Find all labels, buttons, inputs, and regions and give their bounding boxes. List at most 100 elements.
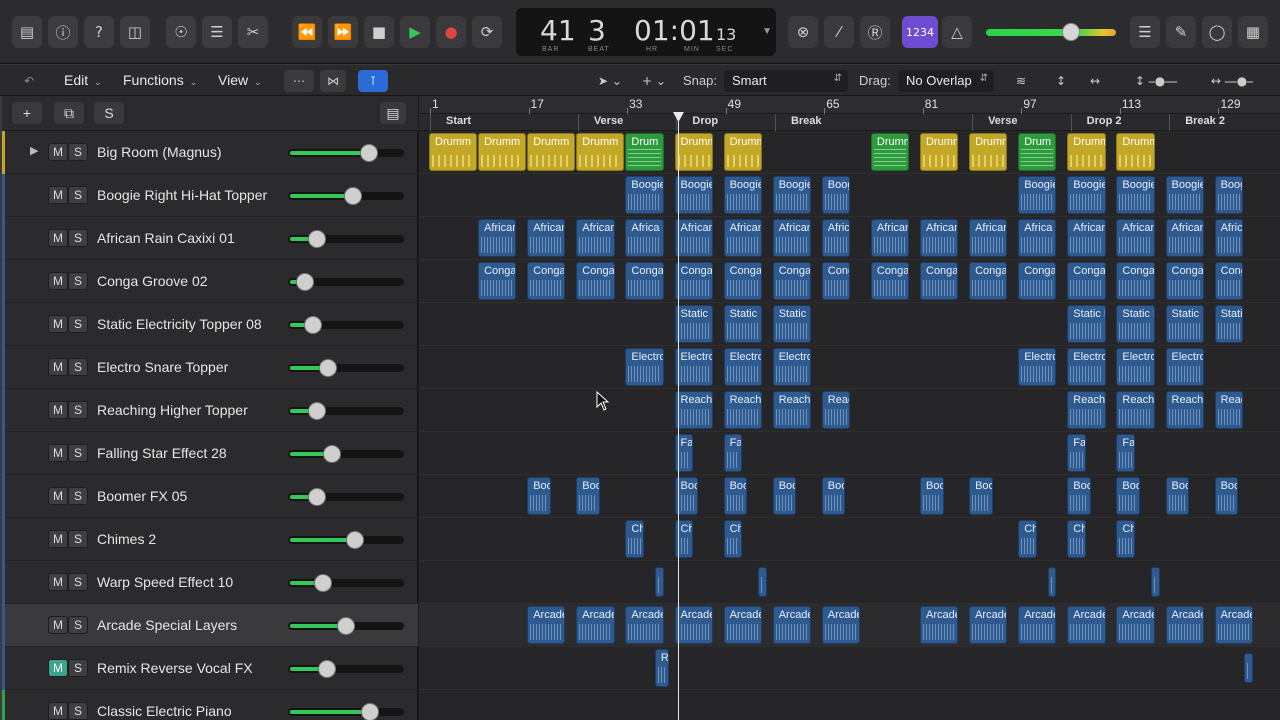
loop-browser-icon[interactable]: ◯: [1202, 16, 1232, 48]
volume-knob[interactable]: [308, 230, 326, 248]
region[interactable]: Static El: [723, 305, 762, 343]
mute-button[interactable]: M: [48, 530, 68, 548]
volume-fader[interactable]: [288, 574, 404, 592]
region[interactable]: African: [870, 219, 910, 257]
region[interactable]: Arcade: [674, 606, 713, 644]
region[interactable]: Drumm: [1116, 133, 1155, 171]
mute-button[interactable]: M: [48, 573, 68, 591]
vertical-zoom-slider[interactable]: ↕ ⎯●⎯⎯: [1118, 70, 1194, 92]
track-header[interactable]: M S Electro Snare Topper: [0, 346, 418, 389]
playhead[interactable]: [673, 112, 684, 720]
volume-fader[interactable]: [288, 488, 404, 506]
drag-dropdown[interactable]: No Overlap ⇵: [898, 70, 994, 92]
pointer-tool-icon[interactable]: ➤ ⌄: [590, 70, 630, 92]
help-icon[interactable]: ?: [84, 16, 114, 48]
marker-label[interactable]: Drop: [692, 115, 718, 127]
flex-icon[interactable]: ⋈: [320, 70, 346, 92]
region[interactable]: Boo: [527, 477, 551, 515]
region[interactable]: Conga: [723, 262, 762, 300]
region[interactable]: African: [772, 219, 811, 257]
region[interactable]: African: [478, 219, 517, 257]
region[interactable]: Static El: [1165, 305, 1204, 343]
region[interactable]: African: [576, 219, 615, 257]
horizontal-fit-icon[interactable]: ↔: [1082, 70, 1108, 92]
region[interactable]: Chi: [1018, 520, 1037, 558]
metronome-icon[interactable]: △: [942, 16, 972, 48]
mute-button[interactable]: M: [48, 444, 68, 462]
info-icon[interactable]: ⓘ: [48, 16, 78, 48]
region[interactable]: Drum: [1018, 133, 1057, 171]
mute-button[interactable]: M: [48, 659, 68, 677]
region[interactable]: Chi: [625, 520, 645, 558]
region[interactable]: Fall: [723, 434, 743, 472]
tuner-icon[interactable]: ⁄: [824, 16, 854, 48]
region[interactable]: Electro: [772, 348, 811, 386]
region[interactable]: Fall: [1116, 434, 1136, 472]
master-volume-slider[interactable]: [986, 23, 1116, 41]
close-circle-icon[interactable]: ⊗: [788, 16, 818, 48]
track-name[interactable]: Conga Groove 02: [97, 273, 208, 289]
region[interactable]: Drum: [625, 133, 664, 171]
volume-fader[interactable]: [288, 703, 404, 720]
volume-knob[interactable]: [308, 488, 326, 506]
region[interactable]: Arcade: [772, 606, 811, 644]
region[interactable]: Arcade: [723, 606, 762, 644]
region[interactable]: Arcade: [576, 606, 615, 644]
region[interactable]: Conga: [1165, 262, 1204, 300]
region[interactable]: Chi: [1116, 520, 1136, 558]
track-view-icon[interactable]: ▤: [380, 102, 406, 124]
region[interactable]: Electro: [1018, 348, 1057, 386]
region[interactable]: Boogi: [821, 176, 851, 214]
cycle-icon[interactable]: ⟳: [472, 16, 502, 48]
region[interactable]: Reac: [1214, 391, 1244, 429]
region[interactable]: Static El: [772, 305, 811, 343]
region[interactable]: Electro: [1165, 348, 1204, 386]
region[interactable]: [654, 567, 664, 597]
solo-button[interactable]: S: [68, 401, 88, 419]
track-name[interactable]: Arcade Special Layers: [97, 617, 237, 633]
region[interactable]: Arcade: [821, 606, 861, 644]
region[interactable]: Africa: [821, 219, 851, 257]
track-lane[interactable]: Electro Electro Electro Electro Electro Elect…: [419, 346, 1280, 389]
track-name[interactable]: Reaching Higher Topper: [97, 402, 248, 418]
track-lane[interactable]: [419, 690, 1280, 720]
track-lane[interactable]: Static El Static El Static El Static El Stat…: [419, 303, 1280, 346]
waveform-zoom-icon[interactable]: ≋: [1008, 70, 1034, 92]
volume-fader[interactable]: [288, 445, 404, 463]
region[interactable]: Conga: [870, 262, 910, 300]
volume-knob[interactable]: [296, 273, 314, 291]
back-arrow-icon[interactable]: ↶: [16, 70, 42, 92]
volume-knob[interactable]: [346, 531, 364, 549]
volume-fader[interactable]: [288, 144, 404, 162]
solo-button[interactable]: S: [68, 702, 88, 720]
track-name[interactable]: African Rain Caxixi 01: [97, 230, 235, 246]
snap-dropdown[interactable]: Smart ⇵: [724, 70, 848, 92]
track-lane[interactable]: Reachin Reachin Reachin Reac Reachin Reachin R…: [419, 389, 1280, 432]
region[interactable]: Arcade: [1165, 606, 1204, 644]
region[interactable]: Arcade: [1214, 606, 1253, 644]
region[interactable]: Conga: [625, 262, 664, 300]
region[interactable]: Fall: [1067, 434, 1086, 472]
stop-icon[interactable]: ■: [364, 16, 394, 48]
master-volume-knob[interactable]: [1062, 23, 1081, 41]
region[interactable]: Drumm: [920, 133, 959, 171]
functions-menu[interactable]: Functions ⌄: [123, 72, 197, 88]
catch-playhead-icon[interactable]: ⋯: [284, 70, 314, 92]
disclosure-triangle-icon[interactable]: ▶: [30, 144, 38, 157]
region[interactable]: Conga: [576, 262, 615, 300]
volume-fader[interactable]: [288, 402, 404, 420]
region[interactable]: African: [1165, 219, 1204, 257]
region[interactable]: [757, 567, 767, 597]
region[interactable]: Drumm: [527, 133, 576, 171]
region[interactable]: Drumm: [429, 133, 478, 171]
region[interactable]: Arcade: [969, 606, 1008, 644]
track-lane[interactable]: Re: [419, 647, 1280, 690]
solo-button[interactable]: S: [68, 616, 88, 634]
region[interactable]: African: [723, 219, 762, 257]
track-lane[interactable]: Chi Chi Chi Chi Chi Chi: [419, 518, 1280, 561]
region[interactable]: [1150, 567, 1160, 597]
track-header[interactable]: M S Falling Star Effect 28: [0, 432, 418, 475]
solo-button[interactable]: S: [68, 229, 88, 247]
bar-ruler[interactable]: 1 17 33 49 65 81 97 113 129: [419, 96, 1280, 114]
region[interactable]: Africa: [1018, 219, 1057, 257]
